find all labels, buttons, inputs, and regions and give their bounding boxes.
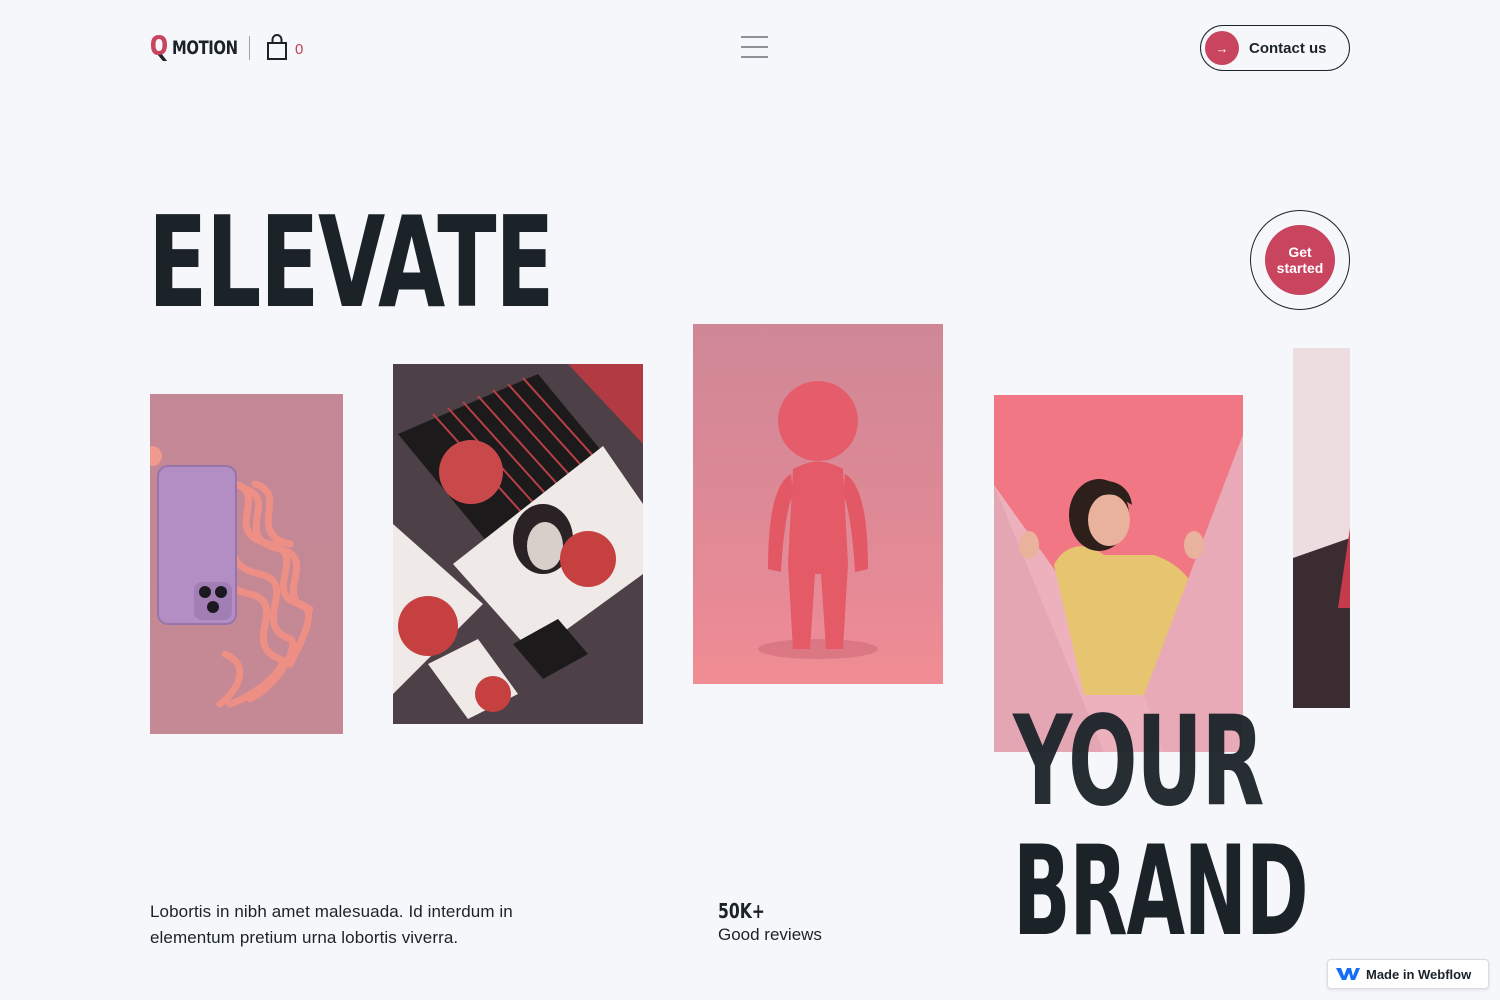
webflow-logo-icon <box>1336 968 1360 980</box>
logo-mark-icon <box>151 35 167 61</box>
arrow-right-icon: → <box>1205 31 1239 65</box>
get-started-label: Get started <box>1265 225 1335 295</box>
logo-text: MOTION <box>172 37 238 59</box>
contact-button[interactable]: → Contact us <box>1200 25 1350 71</box>
gallery-image-phone <box>150 394 343 734</box>
cart-button[interactable]: 0 <box>266 34 303 60</box>
contact-label: Contact us <box>1249 39 1327 57</box>
webflow-badge-label: Made in Webflow <box>1366 966 1472 982</box>
gallery-image-stationery <box>393 364 643 724</box>
stat-label: Good reviews <box>718 925 822 944</box>
shopping-bag-icon <box>267 34 287 60</box>
hero-word-elevate: ELEVATE <box>148 189 555 336</box>
stat-value: 50K+ <box>718 899 765 923</box>
gallery-image-cropped <box>1293 348 1350 708</box>
hero-word-brand: BRAND <box>1013 820 1309 964</box>
logo[interactable]: MOTION <box>150 34 256 62</box>
hero-description: Lobortis in nibh amet malesuada. Id inte… <box>150 902 513 947</box>
cart-count: 0 <box>295 41 304 58</box>
webflow-badge[interactable]: Made in Webflow <box>1327 959 1489 989</box>
hero-word-your: YOUR <box>1013 690 1264 834</box>
header-divider <box>249 36 250 60</box>
hamburger-icon[interactable] <box>741 36 768 60</box>
get-started-button[interactable]: Get started <box>1250 210 1350 310</box>
gallery-image-figure <box>693 324 943 684</box>
